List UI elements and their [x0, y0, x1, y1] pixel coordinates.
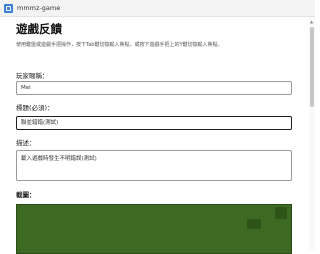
screenshot-label: 截圖： [16, 191, 36, 199]
subject-field[interactable]: 聯並錯錯(測試) [16, 116, 292, 130]
screenshot-preview [16, 204, 292, 254]
vertical-scrollbar[interactable]: ▲ [309, 17, 315, 250]
player-name-field[interactable]: Mei [16, 81, 292, 95]
scrollbar-thumb[interactable] [310, 27, 314, 107]
form-description: 使用鍵盤或遊戲手把操作，按下Tab鍵切換輸入焦點，或按下遊戲手把上的Y鍵切換輸入… [16, 42, 223, 48]
preview-tile [247, 219, 261, 229]
description-label: 描述： [16, 139, 36, 147]
scroll-up-arrow-icon[interactable]: ▲ [310, 19, 313, 24]
description-textarea[interactable]: 載入遊戲時發生不明錯誤(測試) [16, 150, 292, 181]
app-icon [4, 3, 13, 13]
page-title: 遊戲反饋 [16, 22, 62, 36]
subject-label: 標題(必須)： [16, 104, 54, 112]
preview-tile [275, 207, 287, 219]
window-title: mmmz-game [17, 4, 61, 12]
player-name-label: 玩家暱稱： [16, 72, 49, 80]
title-bar: mmmz-game [0, 0, 315, 17]
